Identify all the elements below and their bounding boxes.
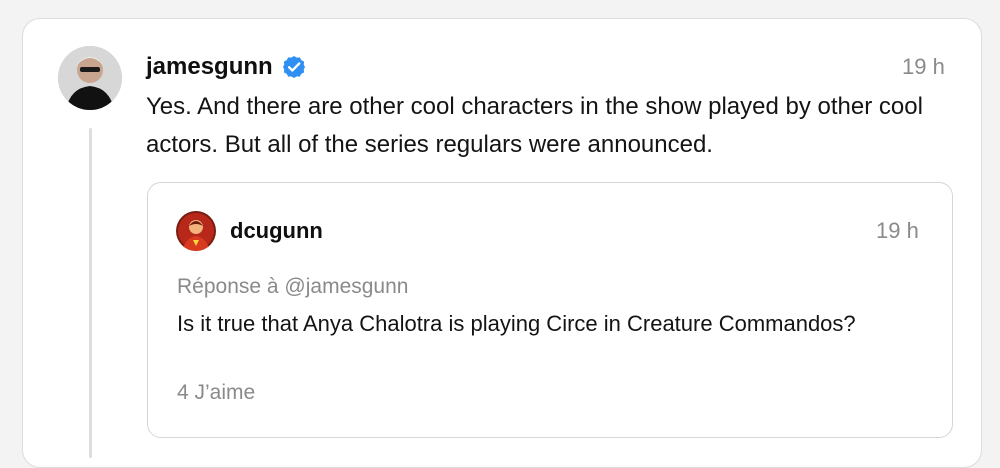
dcugunn-avatar[interactable] bbox=[176, 211, 216, 251]
verified-badge-icon bbox=[281, 54, 307, 80]
reply-to-label[interactable]: Réponse à @jamesgunn bbox=[177, 272, 408, 302]
jamesgunn-avatar[interactable] bbox=[58, 46, 122, 110]
quoted-username[interactable]: dcugunn bbox=[230, 216, 323, 246]
post-timestamp[interactable]: 19 h bbox=[902, 52, 945, 82]
quoted-timestamp[interactable]: 19 h bbox=[876, 216, 919, 246]
thread-connector-line bbox=[89, 128, 92, 458]
post-body: Yes. And there are other cool characters… bbox=[146, 93, 923, 158]
post-username[interactable]: jamesgunn bbox=[146, 51, 273, 83]
quoted-post-body: Is it true that Anya Chalotra is playing… bbox=[177, 311, 856, 336]
post-author[interactable]: jamesgunn bbox=[146, 51, 307, 83]
likes-count[interactable]: 4 J’aime bbox=[177, 378, 255, 408]
